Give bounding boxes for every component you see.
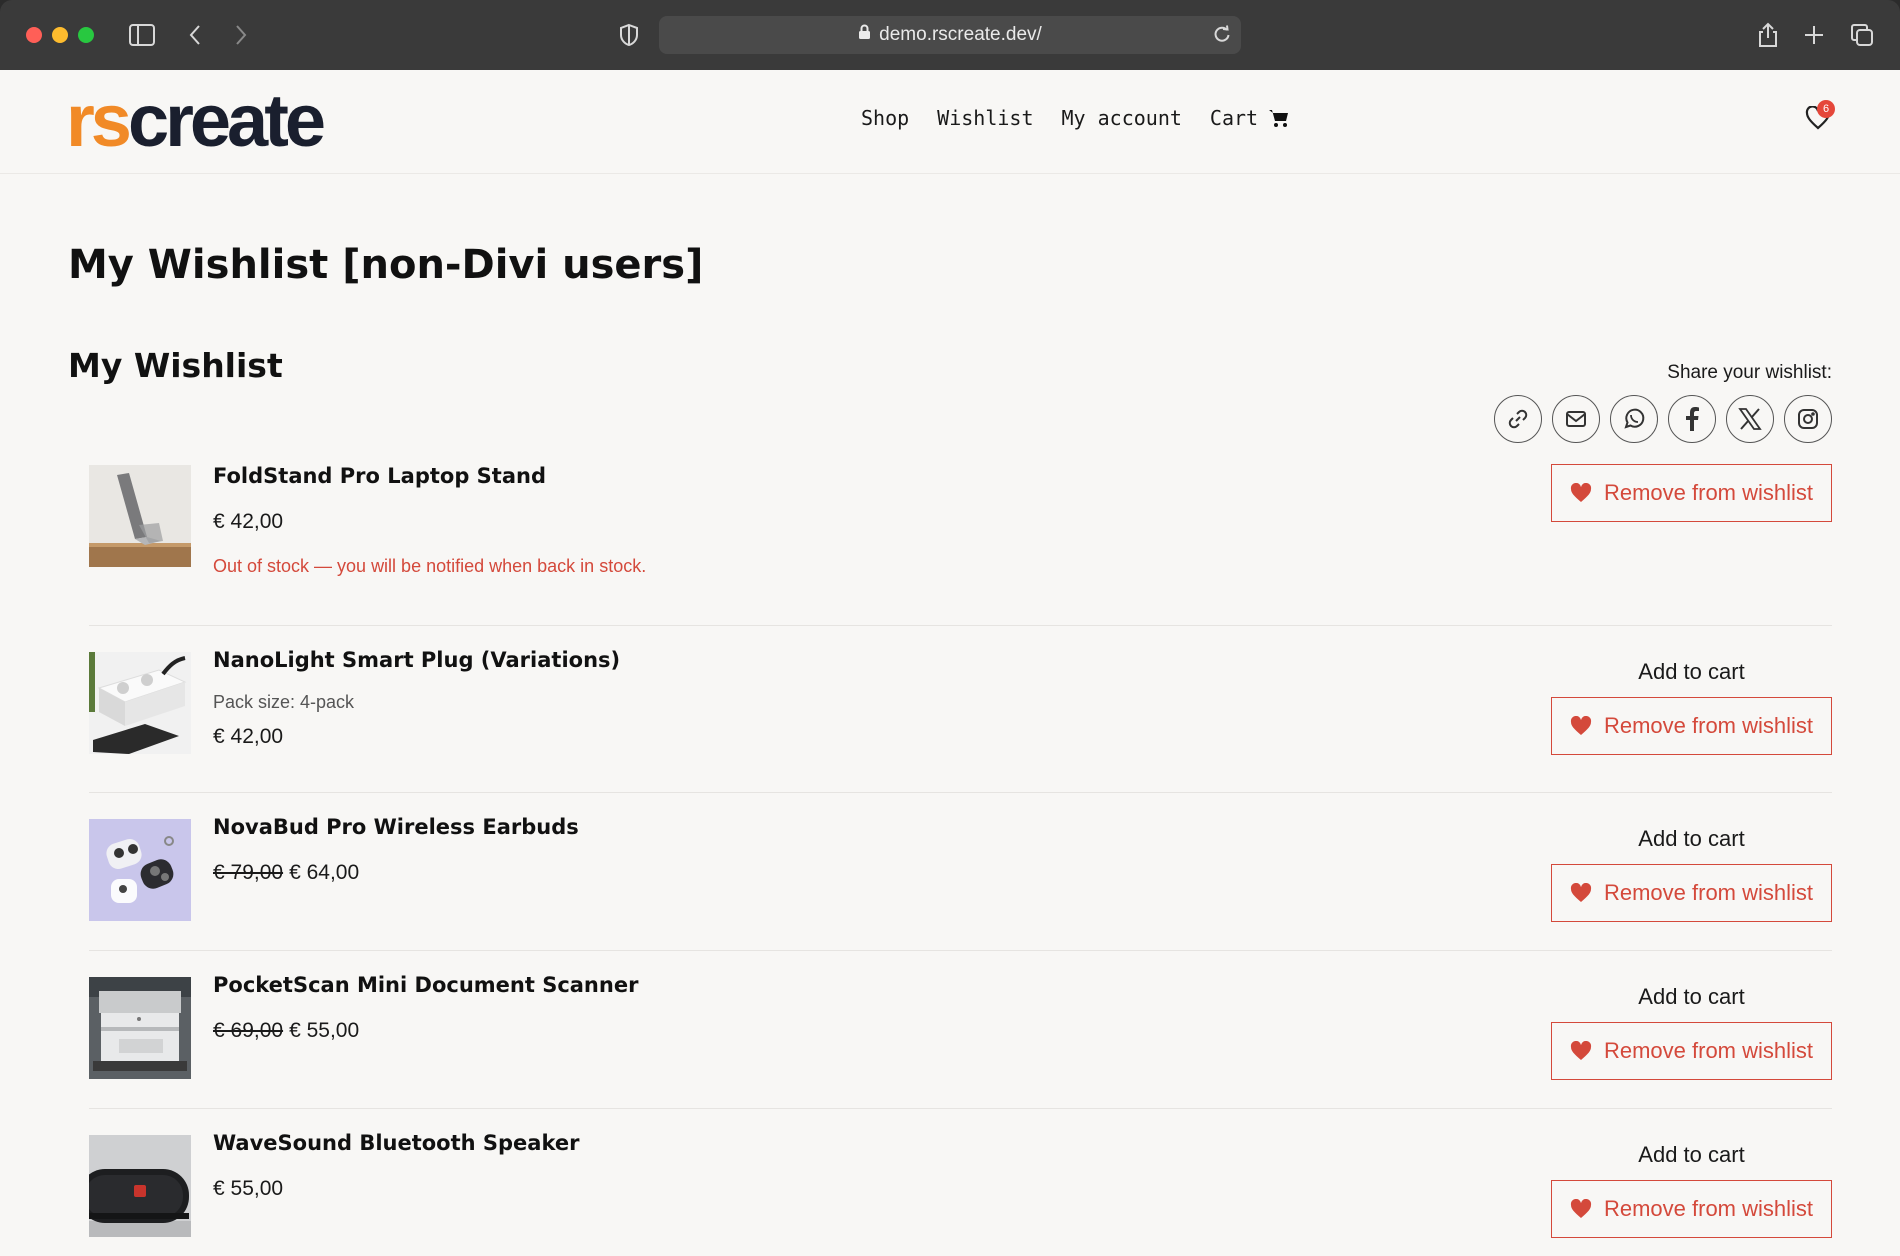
add-to-cart-button[interactable]: Add to cart (1551, 826, 1832, 852)
main-nav: Shop Wishlist My account Cart (861, 106, 1290, 130)
x-icon[interactable] (1726, 395, 1774, 443)
product-variation: Pack size: 4-pack (213, 692, 355, 712)
old-price: € 79,00 (213, 861, 284, 884)
product-image-speaker[interactable] (89, 1135, 191, 1237)
heart-icon (1570, 1199, 1592, 1218)
instagram-icon[interactable] (1784, 395, 1832, 443)
remove-label: Remove from wishlist (1603, 880, 1814, 905)
logo-create: create (127, 79, 326, 162)
remove-from-wishlist-button[interactable]: Remove from wishlist (1551, 464, 1832, 522)
wishlist-item: NovaBud Pro Wireless Earbuds € 79,00 € 64… (89, 793, 1832, 951)
product-name[interactable]: WaveSound Bluetooth Speaker (213, 1131, 579, 1155)
sale-price: € 55,00 (289, 1019, 360, 1042)
add-to-cart-button[interactable]: Add to cart (1551, 984, 1832, 1010)
browser-toolbar: demo.rscreate.dev/ (0, 0, 1900, 70)
product-price: € 79,00 € 64,00 (213, 861, 579, 885)
email-icon[interactable] (1552, 395, 1600, 443)
heart-icon (1570, 483, 1592, 502)
nav-my-account[interactable]: My account (1062, 106, 1182, 130)
lock-icon (858, 24, 871, 46)
product-image-scanner[interactable] (89, 977, 191, 1079)
site-header: rscreate Shop Wishlist My account Cart 6 (0, 70, 1900, 174)
reload-icon[interactable] (1213, 25, 1231, 49)
nav-shop[interactable]: Shop (861, 106, 909, 130)
new-tab-icon[interactable] (1799, 20, 1829, 50)
share-label: Share your wishlist: (1667, 362, 1832, 383)
forward-icon[interactable] (226, 20, 256, 50)
product-image-earbuds[interactable] (89, 819, 191, 921)
wishlist-item: PocketScan Mini Document Scanner € 69,00… (89, 951, 1832, 1109)
whatsapp-icon[interactable] (1610, 395, 1658, 443)
remove-label: Remove from wishlist (1603, 713, 1814, 738)
remove-from-wishlist-button[interactable]: Remove from wishlist (1551, 697, 1832, 755)
product-price: € 42,00 (213, 510, 284, 533)
remove-from-wishlist-button[interactable]: Remove from wishlist (1551, 864, 1832, 922)
web-page: rscreate Shop Wishlist My account Cart 6… (0, 70, 1900, 1256)
minimize-window-button[interactable] (52, 27, 68, 43)
wishlist-item: WaveSound Bluetooth Speaker € 55,00 Add … (89, 1109, 1832, 1256)
section-title: My Wishlist (68, 346, 283, 385)
nav-cart-label: Cart (1209, 106, 1259, 130)
sale-price: € 64,00 (289, 861, 360, 884)
tabs-overview-icon[interactable] (1847, 20, 1877, 50)
remove-label: Remove from wishlist (1603, 1196, 1814, 1221)
cart-icon (1269, 110, 1289, 127)
product-image-smart-plug[interactable] (89, 652, 191, 754)
product-name[interactable]: PocketScan Mini Document Scanner (213, 973, 638, 997)
facebook-icon[interactable] (1668, 395, 1716, 443)
add-to-cart-button[interactable]: Add to cart (1551, 659, 1832, 685)
shield-icon[interactable] (614, 20, 644, 50)
product-price: € 55,00 (213, 1177, 284, 1200)
product-price: € 69,00 € 55,00 (213, 1019, 638, 1043)
nav-wishlist[interactable]: Wishlist (937, 106, 1033, 130)
page-title: My Wishlist [non-Divi users] (68, 242, 704, 288)
remove-label: Remove from wishlist (1603, 1038, 1814, 1063)
wishlist-count-badge: 6 (1817, 100, 1835, 118)
share-icon[interactable] (1753, 20, 1783, 50)
remove-from-wishlist-button[interactable]: Remove from wishlist (1551, 1180, 1832, 1238)
maximize-window-button[interactable] (78, 27, 94, 43)
remove-label: Remove from wishlist (1603, 480, 1814, 505)
wishlist-item: FoldStand Pro Laptop Stand € 42,00 Out o… (89, 458, 1832, 626)
product-image-laptop-stand[interactable] (89, 465, 191, 567)
share-buttons (1494, 395, 1832, 443)
close-window-button[interactable] (26, 27, 42, 43)
url-text: demo.rscreate.dev/ (879, 24, 1042, 45)
back-icon[interactable] (180, 20, 210, 50)
logo-rs: rs (66, 79, 132, 162)
nav-cart[interactable]: Cart (1210, 106, 1290, 130)
product-name[interactable]: FoldStand Pro Laptop Stand (213, 464, 646, 488)
heart-icon (1570, 716, 1592, 735)
sidebar-toggle-icon[interactable] (127, 20, 157, 50)
product-name[interactable]: NanoLight Smart Plug (Variations) (213, 648, 620, 672)
stock-notice: Out of stock — you will be notified when… (213, 556, 647, 576)
heart-icon (1570, 1041, 1592, 1060)
add-to-cart-button[interactable]: Add to cart (1551, 1142, 1832, 1168)
wishlist-items: FoldStand Pro Laptop Stand € 42,00 Out o… (89, 458, 1832, 1256)
product-price: € 42,00 (213, 725, 284, 748)
link-icon[interactable] (1494, 395, 1542, 443)
remove-from-wishlist-button[interactable]: Remove from wishlist (1551, 1022, 1832, 1080)
site-logo[interactable]: rscreate (66, 84, 326, 158)
address-bar[interactable]: demo.rscreate.dev/ (659, 16, 1241, 54)
wishlist-item: NanoLight Smart Plug (Variations) Pack s… (89, 626, 1832, 793)
heart-icon (1570, 883, 1592, 902)
product-name[interactable]: NovaBud Pro Wireless Earbuds (213, 815, 579, 839)
old-price: € 69,00 (213, 1019, 284, 1042)
